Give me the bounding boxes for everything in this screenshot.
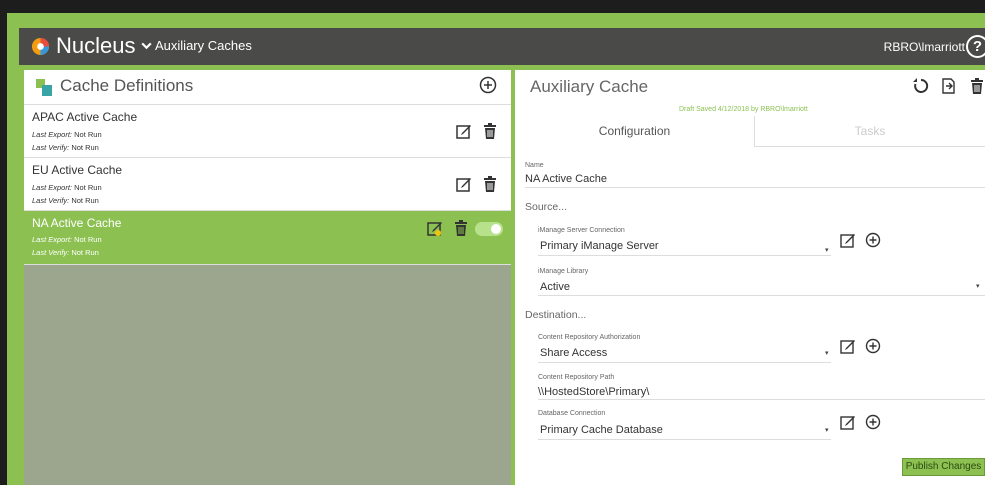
verify-status: Last Verify: Not Run	[32, 143, 99, 152]
export-document-icon[interactable]	[941, 78, 957, 94]
divider	[538, 295, 985, 296]
divider	[538, 362, 831, 363]
export-status: Last Export: Not Run	[32, 130, 102, 139]
tab-configuration[interactable]: Configuration	[515, 116, 755, 147]
tab-tasks[interactable]: Tasks	[755, 116, 985, 147]
name-field[interactable]: NA Active Cache	[525, 173, 607, 185]
divider	[538, 399, 985, 400]
divider	[538, 255, 831, 256]
repository-path-label: Content Repository Path	[538, 374, 615, 381]
library-select[interactable]: Active	[540, 281, 570, 293]
chevron-down-icon[interactable]	[140, 39, 153, 52]
library-label: iManage Library	[538, 268, 589, 275]
add-cache-icon[interactable]	[479, 76, 497, 94]
cache-name: EU Active Cache	[32, 163, 123, 177]
database-connection-select[interactable]: Primary Cache Database	[540, 424, 663, 436]
trash-icon[interactable]	[453, 220, 469, 236]
authorization-select[interactable]: Share Access	[540, 347, 607, 359]
add-icon[interactable]	[865, 232, 881, 248]
server-connection-select[interactable]: Primary iManage Server	[540, 240, 659, 252]
trash-icon[interactable]	[482, 176, 498, 192]
top-bar: Nucleus Auxiliary Caches RBRO\lmarriott …	[19, 28, 985, 65]
cache-definitions-panel: Cache Definitions APAC Active Cache Last…	[24, 70, 511, 485]
name-field-label: Name	[525, 162, 544, 169]
help-icon[interactable]: ?	[966, 35, 985, 58]
export-status: Last Export: Not Run	[32, 183, 102, 192]
cache-name: APAC Active Cache	[32, 110, 138, 124]
source-section-heading: Source...	[525, 201, 568, 213]
destination-section-heading: Destination...	[525, 309, 587, 321]
list-item[interactable]: APAC Active Cache Last Export: Not Run L…	[24, 105, 511, 158]
user-name[interactable]: RBRO\lmarriott	[884, 40, 965, 54]
auxiliary-cache-panel: Auxiliary Cache Draft Saved 4/12/2018 by…	[515, 70, 985, 485]
breadcrumb[interactable]: Auxiliary Caches	[155, 38, 252, 54]
nucleus-logo-icon	[31, 37, 50, 56]
repository-path-field[interactable]: \\HostedStore\Primary\	[538, 386, 649, 398]
edit-icon[interactable]	[840, 338, 856, 354]
edit-icon[interactable]	[427, 220, 443, 236]
undo-icon[interactable]	[913, 78, 929, 94]
trash-icon[interactable]	[482, 123, 498, 139]
list-item-selected[interactable]: NA Active Cache Last Export: Not Run Las…	[24, 211, 511, 265]
divider	[538, 439, 831, 440]
draft-status: Draft Saved 4/12/2018 by RBRO\lmarriott	[679, 106, 808, 113]
publish-changes-button[interactable]: Publish Changes	[902, 458, 985, 476]
export-status: Last Export: Not Run	[32, 235, 102, 244]
edit-icon[interactable]	[840, 232, 856, 248]
dropdown-arrow-icon[interactable]: ▾	[825, 426, 829, 434]
panel-title: Auxiliary Cache	[530, 77, 649, 96]
panel-title: Cache Definitions	[60, 76, 194, 95]
add-icon[interactable]	[865, 338, 881, 354]
database-connection-label: Database Connection	[538, 410, 606, 417]
cache-definitions-icon	[36, 79, 52, 96]
authorization-label: Content Repository Authorization	[538, 334, 641, 341]
server-connection-label: iManage Server Connection	[538, 227, 625, 234]
list-item[interactable]: EU Active Cache Last Export: Not Run Las…	[24, 158, 511, 211]
cache-definitions-header: Cache Definitions	[24, 70, 511, 105]
trash-icon[interactable]	[969, 78, 985, 94]
add-icon[interactable]	[865, 414, 881, 430]
tab-bar: Configuration Tasks	[515, 116, 985, 147]
dropdown-arrow-icon[interactable]: ▾	[825, 246, 829, 254]
cache-name: NA Active Cache	[32, 216, 122, 230]
verify-status: Last Verify: Not Run	[32, 248, 99, 257]
divider	[525, 187, 985, 188]
verify-status: Last Verify: Not Run	[32, 196, 99, 205]
edit-icon[interactable]	[456, 123, 472, 139]
edit-icon[interactable]	[456, 176, 472, 192]
edit-icon[interactable]	[840, 414, 856, 430]
cache-enabled-toggle[interactable]	[475, 222, 503, 236]
dropdown-arrow-icon[interactable]: ▾	[825, 349, 829, 357]
dropdown-arrow-icon[interactable]: ▾	[976, 282, 980, 290]
app-title[interactable]: Nucleus	[56, 32, 135, 60]
